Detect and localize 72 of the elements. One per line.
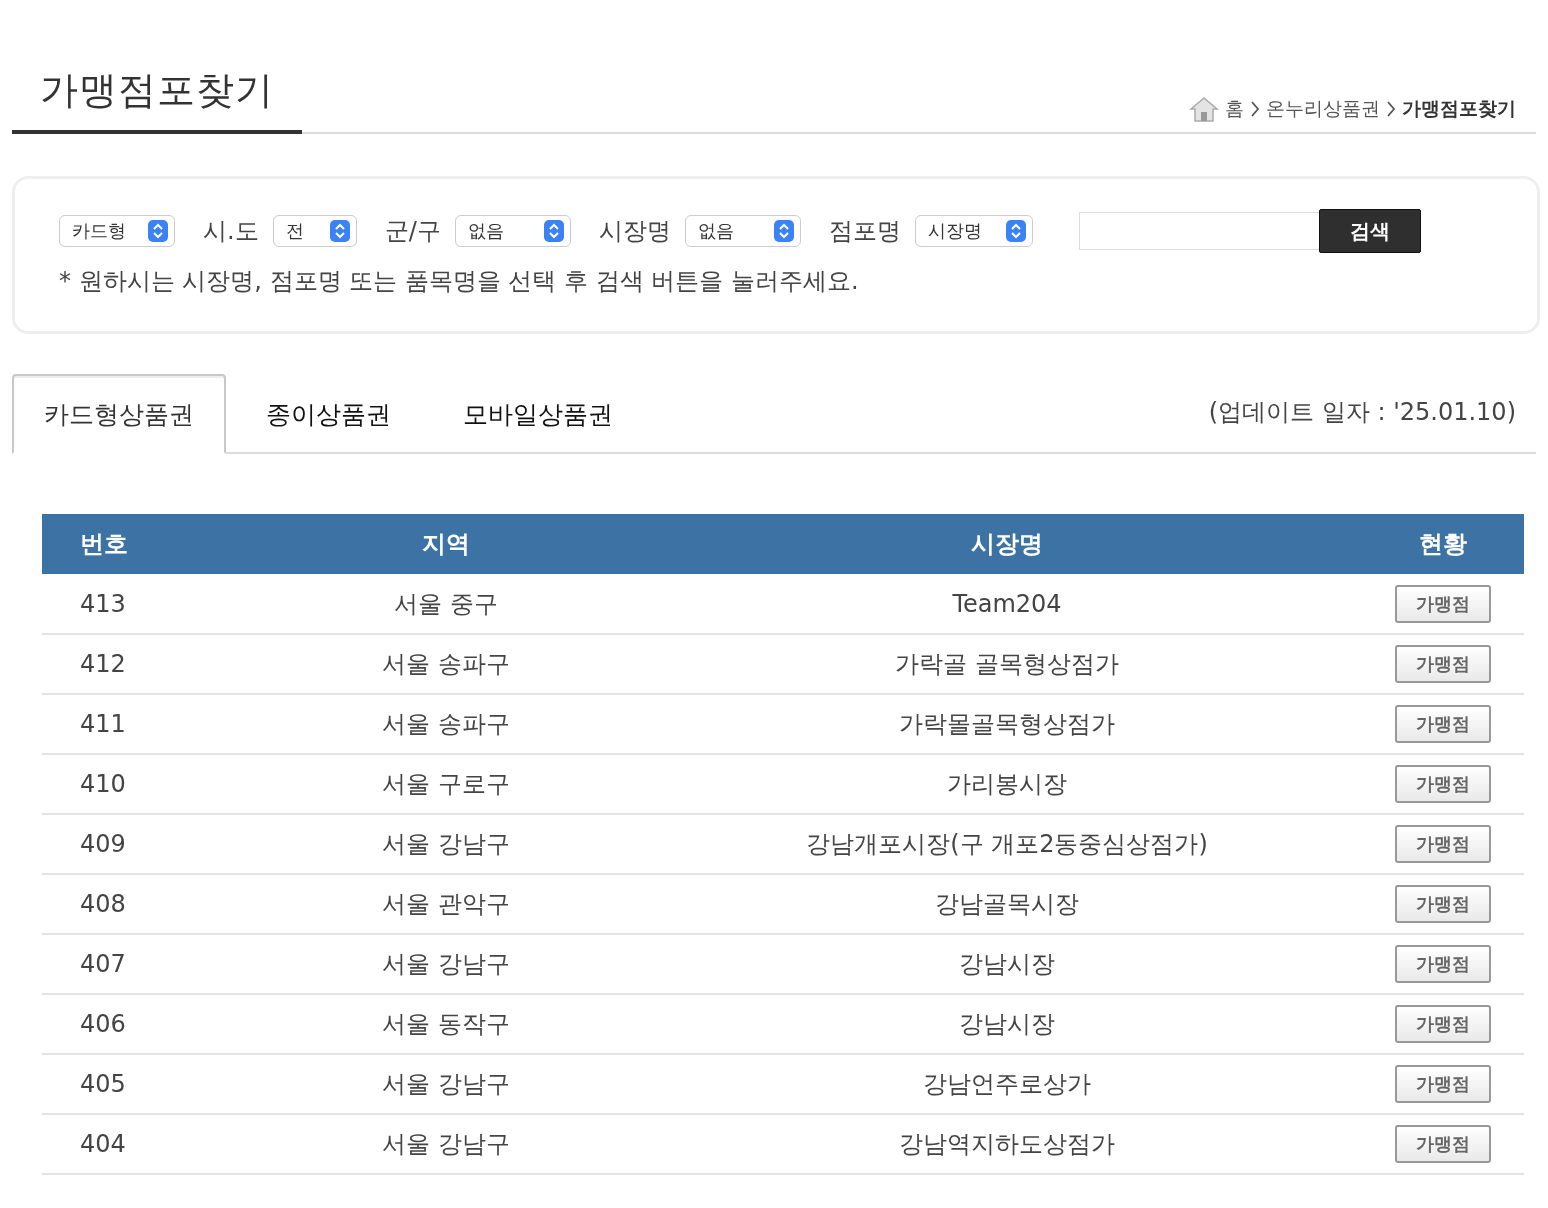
breadcrumb-link[interactable]: 홈 [1225,96,1244,122]
tab[interactable]: 카드형상품권 [12,374,226,454]
filter-label: 군/구 [384,216,441,247]
table-cell: 서울 송파구 [241,694,652,754]
table-cell: 서울 중구 [241,574,652,634]
search-input[interactable] [1078,212,1319,250]
store-list-button[interactable]: 가맹점 [1395,885,1491,923]
table-cell: 408 [42,874,241,934]
chevron-right-icon [1386,100,1396,118]
search-hint: * 원하시는 시장명, 점포명 또는 품목명을 선택 후 검색 버튼을 눌러주세요. [59,266,860,297]
store-list-button[interactable]: 가맹점 [1395,645,1491,683]
chevron-right-icon [1250,100,1260,118]
table-cell: 406 [42,994,241,1054]
table-cell: 서울 강남구 [241,934,652,994]
dropdown-select[interactable]: 없음 [684,215,801,247]
dropdown-arrows-icon [543,220,564,242]
dropdown-select[interactable]: 카드형 [59,215,175,247]
table-cell: 서울 강남구 [241,1114,652,1174]
table-cell: 407 [42,934,241,994]
breadcrumb-link[interactable]: 온누리상품권 [1266,96,1380,122]
table-cell: 가락몰골목형상점가 [652,694,1363,754]
tab[interactable]: 종이상품권 [234,374,423,454]
table-cell: Team204 [652,574,1363,634]
column-header: 시장명 [652,514,1363,574]
table-cell: 서울 강남구 [241,814,652,874]
table-cell: 강남개포시장(구 개포2동중심상점가) [652,814,1363,874]
store-list-button[interactable]: 가맹점 [1395,825,1491,863]
table-cell: 411 [42,694,241,754]
filter-label: 점포명 [828,216,901,247]
tab[interactable]: 모바일상품권 [431,374,645,454]
table-cell: 강남시장 [652,934,1363,994]
update-date: (업데이트 일자 : '25.01.10) [1208,397,1516,428]
column-header: 지역 [241,514,652,574]
store-list-button[interactable]: 가맹점 [1395,1005,1491,1043]
table-cell: 405 [42,1054,241,1114]
page-title: 가맹점포찾기 [12,65,302,134]
column-header: 번호 [42,514,241,574]
table-cell: 서울 강남구 [241,1054,652,1114]
table-cell: 강남언주로상가 [652,1054,1363,1114]
dropdown-select[interactable]: 전 [272,215,357,247]
dropdown-select[interactable]: 없음 [454,215,571,247]
table-cell: 서울 송파구 [241,634,652,694]
store-list-button[interactable]: 가맹점 [1395,584,1491,623]
table-cell: 가락골 골목형상점가 [652,634,1363,694]
column-header: 현황 [1363,514,1524,574]
dropdown-arrows-icon [329,220,350,242]
table-cell: 서울 동작구 [241,994,652,1054]
breadcrumb-link[interactable]: 가맹점포찾기 [1402,96,1516,122]
dropdown-arrows-icon [148,220,168,242]
table-cell: 가리봉시장 [652,754,1363,814]
dropdown-arrows-icon [773,220,794,242]
store-list-button[interactable]: 가맹점 [1395,1065,1491,1103]
table-cell: 강남골목시장 [652,874,1363,934]
filter-label: 시.도 [203,216,259,247]
search-button[interactable]: 검색 [1318,209,1421,253]
home-icon [1189,96,1219,122]
store-list-button[interactable]: 가맹점 [1395,765,1491,803]
table-cell: 410 [42,754,241,814]
store-list-button[interactable]: 가맹점 [1395,945,1491,983]
dropdown-select[interactable]: 시장명 [914,215,1033,247]
table-cell: 강남역지하도상점가 [652,1114,1363,1174]
table-cell: 서울 구로구 [241,754,652,814]
table-cell: 404 [42,1114,241,1174]
table-cell: 강남시장 [652,994,1363,1054]
store-list-button[interactable]: 가맹점 [1395,705,1491,743]
store-list-button[interactable]: 가맹점 [1395,1125,1491,1163]
table-cell: 413 [42,574,241,634]
table-cell: 409 [42,814,241,874]
filter-label: 시장명 [598,216,671,247]
dropdown-arrows-icon [1005,220,1026,242]
table-cell: 412 [42,634,241,694]
table-cell: 서울 관악구 [241,874,652,934]
